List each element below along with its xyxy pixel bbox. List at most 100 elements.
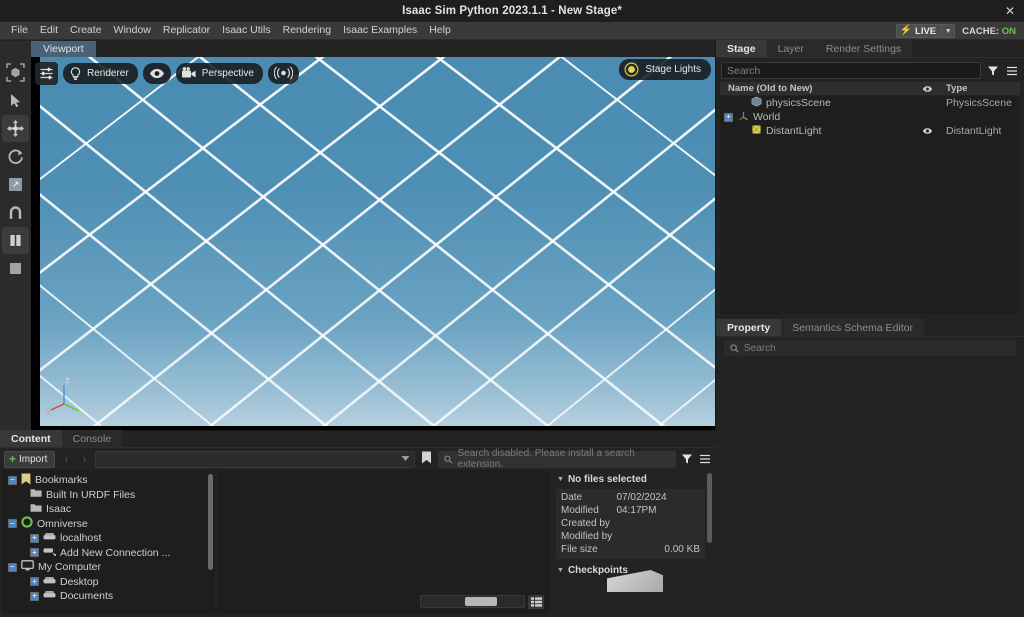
menu-create[interactable]: Create [64, 22, 108, 39]
file-grid-area[interactable] [217, 470, 549, 614]
import-button[interactable]: + Import [4, 450, 56, 468]
zoom-slider-thumb[interactable] [465, 597, 497, 606]
expand-icon[interactable]: + [30, 533, 39, 543]
camera-label: Perspective [201, 67, 254, 79]
camera-perspective-button[interactable]: Perspective [175, 62, 263, 84]
zoom-slider[interactable] [420, 595, 525, 608]
plus-icon: + [9, 452, 17, 466]
property-search-input[interactable]: Search [724, 341, 1016, 356]
renderer-button[interactable]: Renderer [63, 62, 138, 84]
cache-status: CACHE: ON [962, 26, 1016, 37]
back-button[interactable]: ‹ [59, 451, 73, 468]
menu-file[interactable]: File [5, 22, 34, 39]
chevron-down-icon: ▼ [557, 567, 564, 574]
file-metadata-box: Date Modified 07/02/2024 04:17PM Created… [556, 489, 705, 559]
menu-replicator[interactable]: Replicator [157, 22, 216, 39]
chevron-down-icon[interactable] [401, 453, 410, 465]
close-icon[interactable]: ✕ [1002, 3, 1018, 19]
expand-icon[interactable]: + [30, 591, 39, 601]
stage-search-row: Search [716, 58, 1024, 82]
filter-icon[interactable] [986, 64, 1000, 78]
menu-isaac-utils[interactable]: Isaac Utils [216, 22, 276, 39]
list-item[interactable]: + Desktop [2, 575, 215, 590]
selection-label: No files selected [567, 474, 647, 485]
menu-edit[interactable]: Edit [34, 22, 64, 39]
drive-icon [43, 576, 56, 588]
selection-section-header[interactable]: ▼ No files selected [551, 472, 714, 487]
list-view-toggle-icon[interactable] [528, 594, 544, 609]
path-input[interactable] [95, 450, 415, 468]
viewport-3d[interactable]: Z X Y Renderer Perspective Stage Lights [31, 57, 715, 431]
stage-tree[interactable]: physicsScene PhysicsScene + World Distan… [720, 96, 1020, 314]
column-name[interactable]: Name (Old to New) [720, 83, 914, 94]
stage-tree-header: Name (Old to New) Type [720, 82, 1020, 96]
collapse-icon[interactable]: − [8, 475, 17, 485]
tab-semantics-schema-editor[interactable]: Semantics Schema Editor [781, 319, 924, 336]
forward-button[interactable]: › [77, 451, 91, 468]
sun-icon [624, 62, 639, 77]
table-row[interactable]: physicsScene PhysicsScene [720, 96, 1020, 110]
list-item[interactable]: Built In URDF Files [2, 488, 215, 503]
select-arrow-tool-icon[interactable] [2, 87, 29, 114]
table-row[interactable]: + World [720, 110, 1020, 124]
created-by-label: Created by [561, 518, 610, 529]
live-button[interactable]: ⚡ LIVE [895, 24, 943, 38]
speaker-icon[interactable] [267, 62, 299, 84]
stage-lights-button[interactable]: Stage Lights [619, 59, 711, 80]
list-item[interactable]: + Add New Connection ... [2, 546, 215, 561]
content-file-tree[interactable]: − Bookmarks Built In URDF Files Isaac − [2, 470, 215, 614]
stage-search-input[interactable]: Search [721, 62, 981, 79]
filter-icon[interactable] [680, 452, 694, 466]
file-tree-scrollbar[interactable] [208, 474, 213, 570]
scale-tool-icon[interactable] [2, 171, 29, 198]
file-size-row: File size 0.00 KB [561, 543, 700, 556]
list-item[interactable]: + localhost [2, 531, 215, 546]
rotate-tool-icon[interactable] [2, 143, 29, 170]
tab-viewport[interactable]: Viewport [31, 41, 96, 57]
options-menu-icon[interactable] [1005, 64, 1019, 78]
snap-magnet-tool-icon[interactable] [2, 199, 29, 226]
list-item[interactable]: − My Computer [2, 560, 215, 575]
info-pane-scrollbar[interactable] [707, 473, 712, 543]
viewport-canvas[interactable]: Z X Y [40, 57, 715, 426]
grid-zoom-bar [420, 594, 544, 609]
cube-icon [751, 96, 762, 110]
menu-window[interactable]: Window [108, 22, 157, 39]
bookmark-icon[interactable] [421, 451, 432, 467]
list-item[interactable]: + Documents [2, 589, 215, 604]
expand-icon[interactable]: + [30, 548, 39, 558]
pause-tool-icon[interactable] [2, 227, 29, 254]
move-tool-icon[interactable] [2, 115, 29, 142]
chevron-down-icon[interactable]: ▼ [942, 24, 956, 38]
menu-rendering[interactable]: Rendering [277, 22, 337, 39]
folder-icon [30, 503, 42, 516]
column-type[interactable]: Type [940, 83, 1020, 94]
list-item[interactable]: Isaac [2, 502, 215, 517]
options-menu-icon[interactable] [698, 452, 712, 466]
list-item[interactable]: − Bookmarks [2, 473, 215, 488]
row-eye-icon[interactable] [914, 127, 940, 135]
window-title: Isaac Sim Python 2023.1.1 - New Stage* [402, 5, 622, 17]
tab-content[interactable]: Content [0, 430, 62, 447]
collapse-icon[interactable]: − [8, 562, 17, 572]
tab-stage[interactable]: Stage [716, 40, 767, 57]
expand-icon[interactable]: + [724, 112, 733, 122]
light-icon [751, 124, 762, 138]
search-icon [730, 344, 739, 353]
menu-isaac-examples[interactable]: Isaac Examples [337, 22, 423, 39]
eye-icon[interactable] [142, 62, 171, 84]
menu-help[interactable]: Help [423, 22, 457, 39]
list-item[interactable]: − Omniverse [2, 516, 215, 532]
tab-layer[interactable]: Layer [766, 40, 815, 57]
select-box-tool-icon[interactable] [2, 59, 29, 86]
collapse-icon[interactable]: − [8, 519, 17, 529]
tab-console[interactable]: Console [61, 430, 123, 447]
sliders-icon[interactable] [35, 61, 58, 85]
tab-property[interactable]: Property [716, 319, 782, 336]
tab-render-settings[interactable]: Render Settings [814, 40, 913, 57]
table-row[interactable]: DistantLight DistantLight [720, 124, 1020, 138]
expand-icon[interactable]: + [30, 577, 39, 587]
content-search-input[interactable]: Search disabled. Please install a search… [438, 448, 676, 470]
bottom-panel-tabs: Content Console [0, 430, 716, 448]
stop-tool-icon[interactable] [2, 255, 29, 282]
